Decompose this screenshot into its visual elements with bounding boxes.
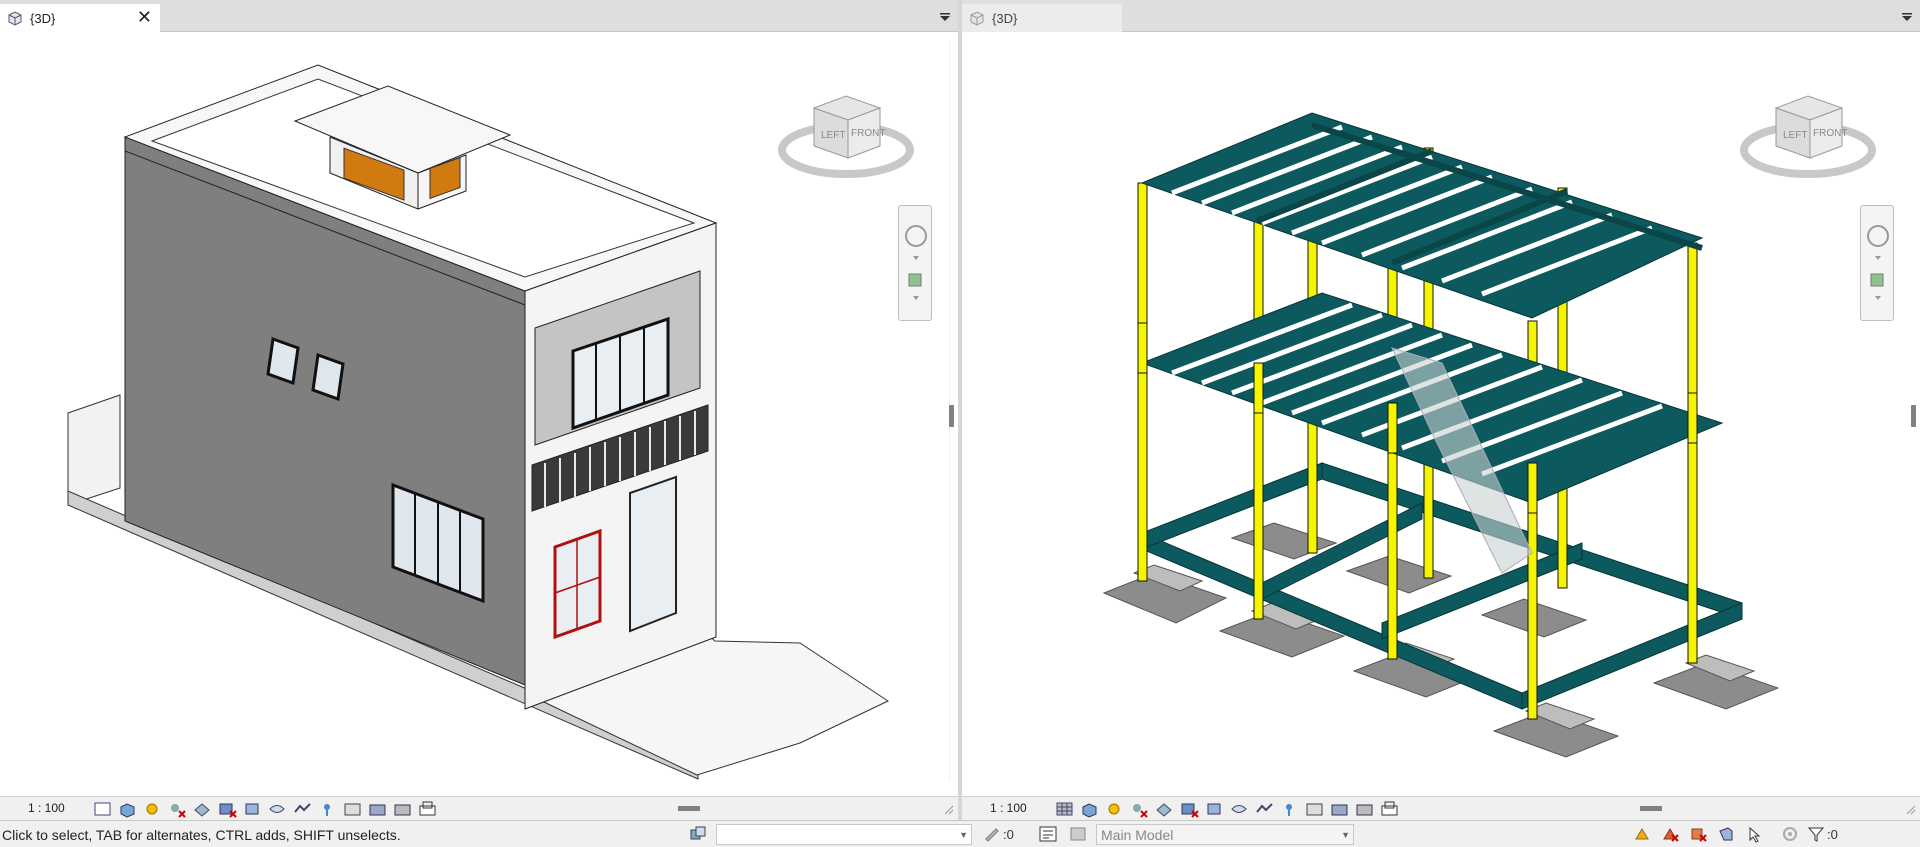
view-tab-bar: {3D} ✕ <box>0 0 958 32</box>
steering-wheel-icon <box>905 225 927 247</box>
editable-only-icon[interactable] <box>982 825 1002 843</box>
main-model-label: Main Model <box>1101 827 1174 843</box>
drag-on-selection-icon[interactable] <box>1744 825 1764 843</box>
temp-hide-icon[interactable] <box>267 800 288 818</box>
chevron-down-icon: ▼ <box>959 830 968 840</box>
chevron-down-icon: ▼ <box>1341 830 1350 840</box>
view-scale[interactable]: 1 : 100 <box>28 801 65 815</box>
design-options-icon[interactable] <box>1038 825 1058 843</box>
filter-icon[interactable] <box>1806 825 1826 843</box>
view-tab-bar-right: {3D} <box>962 0 1920 32</box>
view-scale[interactable]: 1 : 100 <box>990 801 1027 815</box>
zoom-region-icon <box>1870 273 1884 287</box>
filter-count: :0 <box>1827 827 1838 842</box>
select-links-icon[interactable] <box>1632 825 1652 843</box>
worksharing-icon[interactable] <box>367 800 388 818</box>
plinth-slab <box>67 394 121 506</box>
view-control-icons <box>92 800 438 818</box>
tab-list-dropdown-icon[interactable] <box>1900 10 1914 24</box>
render-icon[interactable] <box>1154 800 1175 818</box>
lock-3d-icon[interactable] <box>417 800 438 818</box>
view-tab-3d-structural[interactable]: {3D} <box>962 4 1122 32</box>
vertical-scroll-handle[interactable] <box>949 405 954 427</box>
show-crop-icon[interactable] <box>1204 800 1225 818</box>
viewcube[interactable]: LEFT FRONT <box>1740 88 1876 188</box>
temp-view-properties-icon[interactable] <box>342 800 363 818</box>
select-pinned-icon[interactable] <box>1688 825 1708 843</box>
crop-view-icon[interactable] <box>217 800 238 818</box>
3d-view-icon <box>970 11 984 26</box>
workset-dropdown[interactable]: ▼ <box>716 824 972 845</box>
zoom-region-icon <box>908 273 922 287</box>
viewcube-left-face[interactable]: LEFT <box>1783 130 1807 141</box>
viewcube-left-face[interactable]: LEFT <box>821 130 845 141</box>
reveal-hidden-icon[interactable] <box>292 800 313 818</box>
reveal-constraints-icon[interactable] <box>392 800 413 818</box>
view-tab-label: {3D} <box>992 10 1018 26</box>
horizontal-scroll-handle[interactable] <box>678 806 700 811</box>
revit-window: {3D} ✕ LEFT FRONT 1: 100 {3D} LEFT FRON… <box>0 0 1920 847</box>
crop-view-icon[interactable] <box>1179 800 1200 818</box>
navigation-bar <box>1860 205 1894 321</box>
viewcube[interactable]: LEFT FRONT <box>778 88 914 188</box>
editable-count: :0 <box>1003 827 1014 842</box>
workset-icon[interactable] <box>688 825 708 843</box>
temp-view-properties-icon[interactable] <box>1304 800 1325 818</box>
horizontal-scroll-handle[interactable] <box>1640 806 1662 811</box>
select-by-face-icon[interactable] <box>1716 825 1736 843</box>
lock-3d-icon[interactable] <box>1379 800 1400 818</box>
viewcube-front-face[interactable]: FRONT <box>851 128 885 139</box>
analytical-model-icon[interactable] <box>1279 800 1300 818</box>
select-underlay-icon[interactable] <box>1660 825 1680 843</box>
design-option-dropdown[interactable]: Main Model ▼ <box>1096 824 1354 845</box>
reveal-hidden-icon[interactable] <box>1254 800 1275 818</box>
3d-view-icon <box>8 11 22 26</box>
view-control-icons <box>1054 800 1400 818</box>
reveal-constraints-icon[interactable] <box>1354 800 1375 818</box>
view-pane-right[interactable]: {3D} LEFT FRONT 1: 100 <box>962 0 1920 820</box>
status-message: Click to select, TAB for alternates, CTR… <box>2 827 401 843</box>
front-door <box>629 475 677 633</box>
visual-style-icon[interactable] <box>117 800 138 818</box>
resize-grip-icon[interactable] <box>944 805 954 815</box>
detail-level-icon[interactable] <box>1054 800 1075 818</box>
viewcube-front-face[interactable]: FRONT <box>1813 128 1847 139</box>
design-option-set-icon[interactable] <box>1068 825 1088 843</box>
top-floor-beams <box>1140 112 1704 319</box>
visual-style-icon[interactable] <box>1079 800 1100 818</box>
view-tab-label: {3D} <box>30 10 56 26</box>
worksharing-icon[interactable] <box>1329 800 1350 818</box>
shadows-icon[interactable] <box>167 800 188 818</box>
view-control-bar: 1 : 100 <box>962 796 1920 820</box>
status-bar: Click to select, TAB for alternates, CTR… <box>0 820 1920 847</box>
view-tab-3d[interactable]: {3D} ✕ <box>0 4 160 32</box>
vertical-scroll-handle[interactable] <box>1911 405 1916 427</box>
side-window-small-1 <box>266 336 300 386</box>
sun-path-icon[interactable] <box>142 800 163 818</box>
steering-wheel-icon <box>1867 225 1889 247</box>
view-pane-left[interactable]: {3D} ✕ LEFT FRONT 1: 100 <box>0 0 958 820</box>
sun-path-icon[interactable] <box>1104 800 1125 818</box>
resize-grip-icon[interactable] <box>1906 805 1916 815</box>
side-window-small-2 <box>311 352 345 402</box>
navigation-bar <box>898 205 932 321</box>
render-icon[interactable] <box>192 800 213 818</box>
temp-hide-icon[interactable] <box>1229 800 1250 818</box>
analytical-model-icon[interactable] <box>317 800 338 818</box>
tab-list-dropdown-icon[interactable] <box>938 10 952 24</box>
shadows-icon[interactable] <box>1129 800 1150 818</box>
detail-level-icon[interactable] <box>92 800 113 818</box>
background-processes-icon[interactable] <box>1780 825 1800 843</box>
ground-beams <box>1141 462 1743 710</box>
close-tab-icon[interactable]: ✕ <box>137 7 152 27</box>
view-control-bar: 1 : 100 <box>0 796 958 820</box>
show-crop-icon[interactable] <box>242 800 263 818</box>
